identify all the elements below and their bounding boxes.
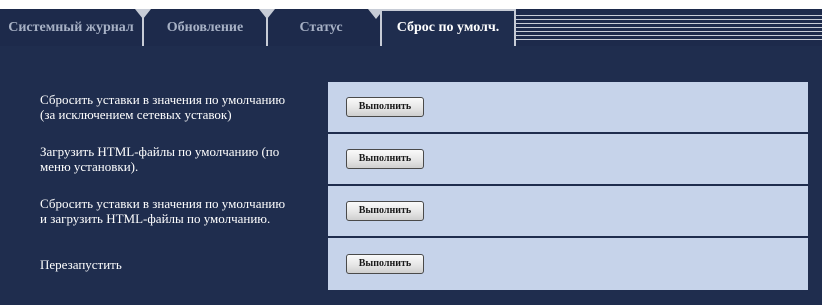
- settings-table: Сбросить уставки в значения по умолчанию…: [30, 82, 808, 290]
- tab-update[interactable]: Обновление: [144, 9, 266, 46]
- row-field: Выполнить: [330, 134, 808, 184]
- reset-settings-execute-button[interactable]: Выполнить: [346, 97, 424, 117]
- tab-system-log[interactable]: Системный журнал: [0, 9, 142, 46]
- tab-bar-decoration: [516, 15, 822, 43]
- tab-status[interactable]: Статус: [268, 9, 374, 46]
- restart-execute-button[interactable]: Выполнить: [346, 254, 424, 274]
- restart-row: Перезапустить Выполнить: [30, 238, 808, 290]
- reset-and-load-execute-button[interactable]: Выполнить: [346, 201, 424, 221]
- row-label: Сбросить уставки в значения по умолчанию…: [30, 82, 328, 132]
- row-label: Сбросить уставки в значения по умолчанию…: [30, 186, 328, 236]
- tab-bar: Системный журнал Обновление Статус Сброс…: [0, 9, 822, 47]
- load-html-execute-button[interactable]: Выполнить: [346, 149, 424, 169]
- load-html-row: Загрузить HTML-файлы по умолчанию (по ме…: [30, 134, 808, 184]
- row-field: Выполнить: [330, 238, 808, 290]
- content-area: Сбросить уставки в значения по умолчанию…: [0, 46, 822, 305]
- reset-settings-row: Сбросить уставки в значения по умолчанию…: [30, 82, 808, 132]
- row-label: Загрузить HTML-файлы по умолчанию (по ме…: [30, 134, 328, 184]
- row-label: Перезапустить: [30, 238, 328, 290]
- reset-and-load-row: Сбросить уставки в значения по умолчанию…: [30, 186, 808, 236]
- maintenance-page: Системный журнал Обновление Статус Сброс…: [0, 0, 822, 305]
- row-field: Выполнить: [330, 82, 808, 132]
- tab-reset-defaults[interactable]: Сброс по умолч.: [380, 9, 516, 47]
- row-field: Выполнить: [330, 186, 808, 236]
